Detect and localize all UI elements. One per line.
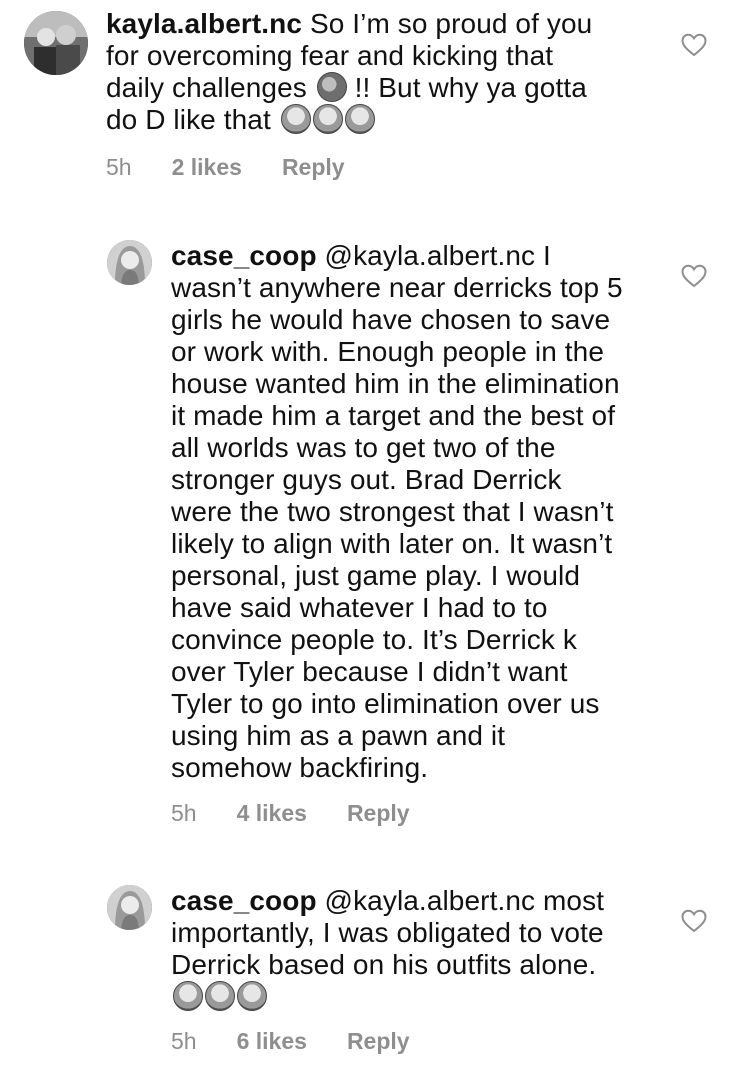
reply-button[interactable]: Reply (282, 154, 345, 181)
comment-line: I (543, 240, 551, 271)
avatar[interactable] (107, 240, 152, 285)
avatar-image (107, 240, 152, 285)
comment-username[interactable]: case_coop (171, 240, 317, 271)
comment-text: kayla.albert.nc So I’m so proud of you f… (106, 8, 666, 136)
comment-line: daily challenges (106, 72, 307, 103)
tears-of-joy-emoji-icon (237, 981, 267, 1011)
comment-line: Derrick based on his outfits alone. (171, 949, 597, 980)
comment-text: case_coop @kayla.albert.nc most importan… (171, 885, 671, 1013)
heart-outline-icon[interactable] (681, 264, 707, 288)
comment-line: importantly, I was obligated to vote (171, 917, 604, 948)
heart-outline-icon[interactable] (681, 33, 707, 57)
comment-reply-item: case_coop @kayla.albert.nc I wasn’t anyw… (0, 230, 750, 840)
comment-line: for overcoming fear and kicking that (106, 40, 554, 71)
avatar-image (24, 11, 88, 75)
mention-link[interactable]: @kayla.albert.nc (325, 885, 536, 916)
comment-username[interactable]: case_coop (171, 885, 317, 916)
tears-of-joy-emoji-icon (173, 981, 203, 1011)
avatar-image (107, 885, 152, 930)
avatar[interactable] (24, 11, 88, 75)
comment-item: kayla.albert.nc So I’m so proud of you f… (0, 0, 750, 200)
avatar[interactable] (107, 885, 152, 930)
comment-line: it made him a target and the best of (171, 400, 616, 431)
comment-line: using him as a pawn and it (171, 720, 506, 751)
comment-line: likely to align with later on. It wasn’t (171, 528, 613, 559)
screaming-face-emoji-icon (344, 104, 375, 134)
comment-line: have said whatever I had to to (171, 592, 548, 623)
comment-time: 5h (171, 800, 197, 826)
likes-count[interactable]: 2 likes (172, 154, 242, 181)
comment-reply-item: case_coop @kayla.albert.nc most importan… (0, 877, 750, 1067)
reply-button[interactable]: Reply (347, 800, 410, 827)
comment-line: So I’m so proud of you (309, 8, 593, 39)
tears-of-joy-emoji-icon (205, 981, 235, 1011)
comment-username[interactable]: kayla.albert.nc (106, 8, 302, 39)
likes-count[interactable]: 4 likes (237, 800, 307, 827)
comment-line: somehow backfiring. (171, 752, 429, 783)
tears-of-joy-emoji-icon (280, 104, 311, 134)
comment-line: all worlds was to get two of the (171, 432, 556, 463)
mention-link[interactable]: @kayla.albert.nc (325, 240, 536, 271)
comment-time: 5h (171, 1028, 197, 1054)
comment-line: or work with. Enough people in the (171, 336, 604, 367)
reply-button[interactable]: Reply (347, 1028, 410, 1055)
likes-count[interactable]: 6 likes (237, 1028, 307, 1055)
comment-line: house wanted him in the elimination (171, 368, 620, 399)
peach-emoji-icon (316, 72, 347, 102)
comment-line: personal, just game play. I would (171, 560, 580, 591)
comment-line: wasn’t anywhere near derricks top 5 (171, 272, 623, 303)
comment-line: Tyler to go into elimination over us (171, 688, 600, 719)
comment-line: do D like that (106, 104, 271, 135)
comment-line: stronger guys out. Brad Derrick (171, 464, 562, 495)
comment-line: were the two strongest that I wasn’t (171, 496, 614, 527)
comment-line: most (543, 885, 605, 916)
heart-outline-icon[interactable] (681, 909, 707, 933)
comment-meta: 5h 4 likes Reply (171, 800, 450, 827)
comment-line: convince people to. It’s Derrick k (171, 624, 577, 655)
comment-text: case_coop @kayla.albert.nc I wasn’t anyw… (171, 240, 671, 784)
comment-time: 5h (106, 154, 132, 180)
comment-meta: 5h 6 likes Reply (171, 1028, 450, 1055)
comment-line: over Tyler because I didn’t want (171, 656, 568, 687)
comment-line: girls he would have chosen to save (171, 304, 611, 335)
comment-line: !! But why ya gotta (354, 72, 587, 103)
weary-face-emoji-icon (312, 104, 343, 134)
comment-meta: 5h 2 likes Reply (106, 154, 385, 181)
